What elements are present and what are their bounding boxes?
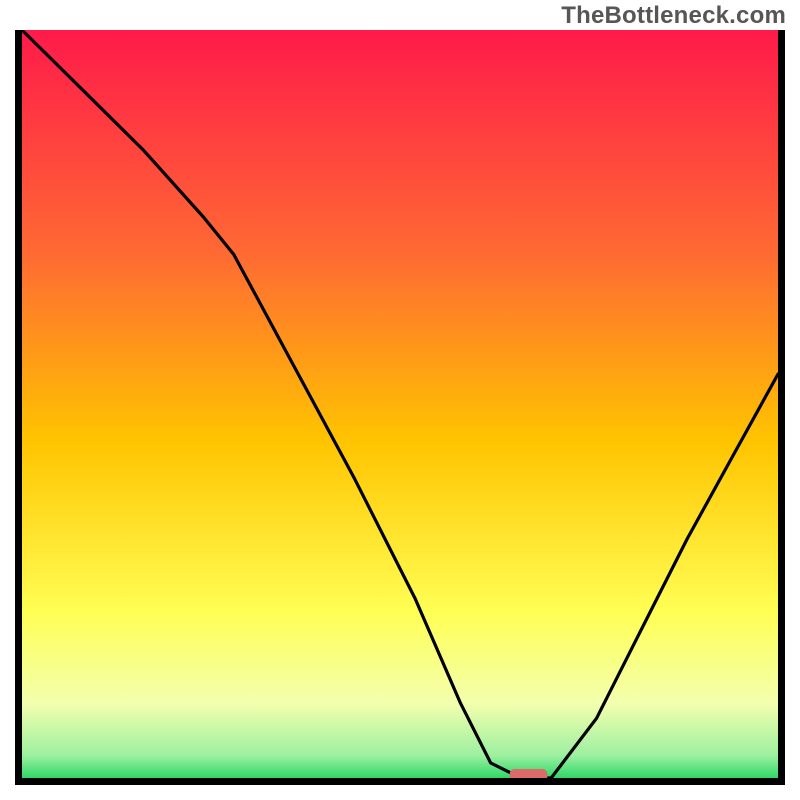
optimal-marker: [510, 769, 548, 778]
chart-svg: [22, 30, 778, 778]
chart-canvas: [22, 30, 778, 778]
chart-frame: [15, 30, 785, 785]
watermark-text: TheBottleneck.com: [561, 2, 786, 30]
